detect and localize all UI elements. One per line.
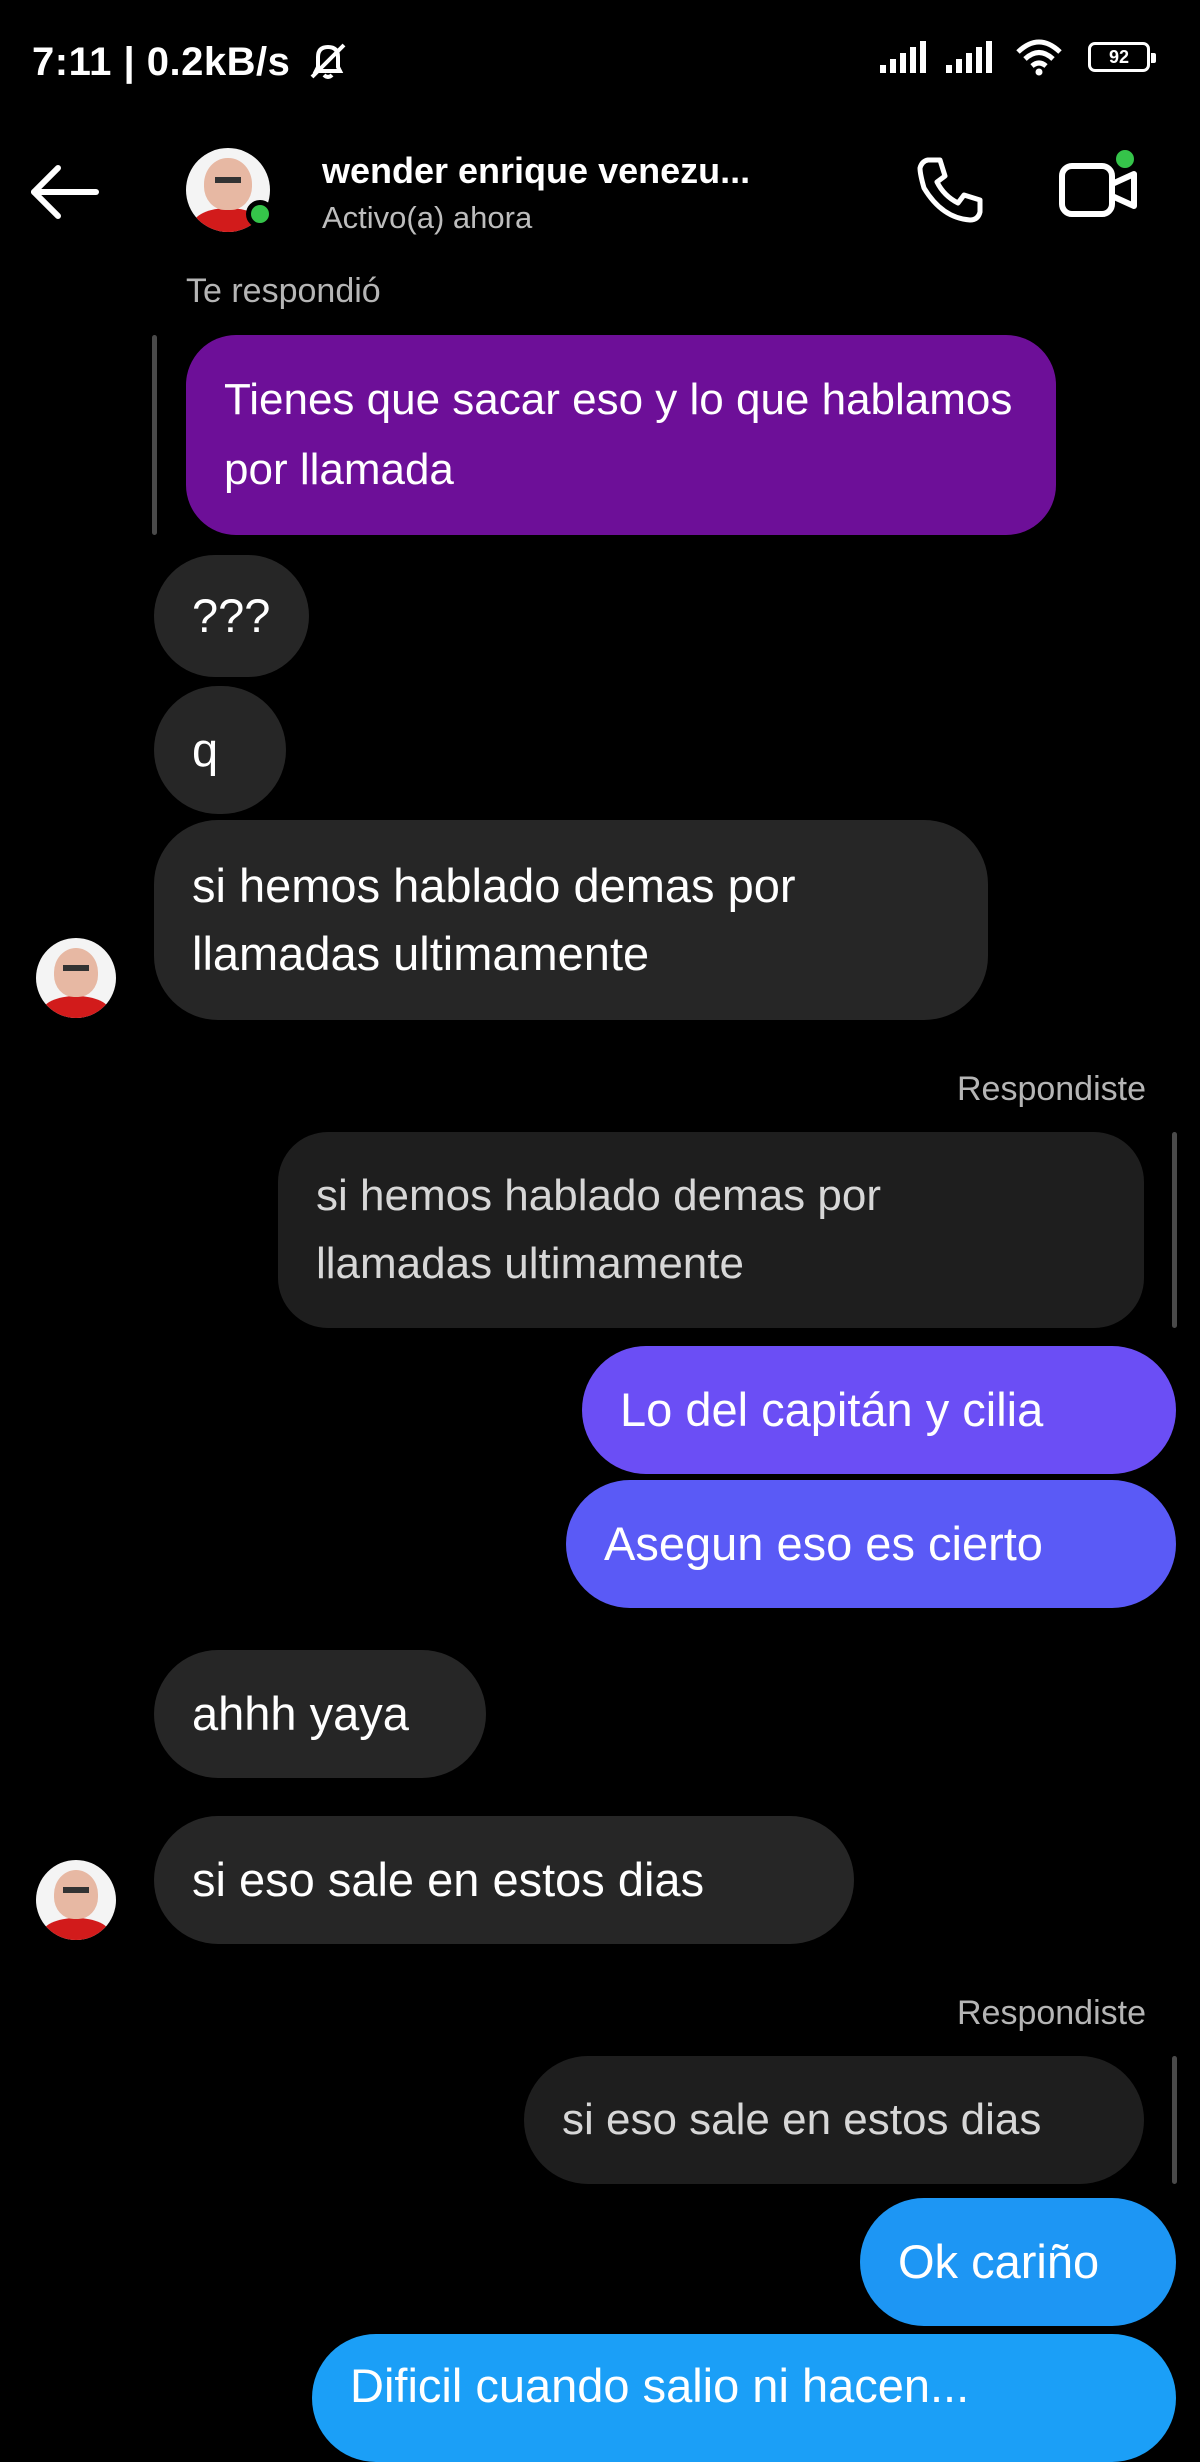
message-text: ahhh yaya [192, 1687, 409, 1740]
chat-header: wender enrique venezu... Activo(a) ahora [0, 130, 1200, 250]
quoted-message-line: si hemos hablado demas por [316, 1171, 881, 1220]
sent-message-bubble[interactable]: Dificil cuando salio ni hacen... [312, 2334, 1176, 2462]
phone-call-icon[interactable] [912, 152, 988, 228]
sender-avatar[interactable] [36, 938, 116, 1018]
back-arrow-icon[interactable] [26, 164, 102, 220]
message-bubble[interactable]: si hemos hablado demas por llamadas ulti… [154, 820, 988, 1020]
contact-status: Activo(a) ahora [322, 200, 533, 235]
message-text: Ok cariño [898, 2235, 1100, 2288]
mute-bell-icon [310, 43, 346, 79]
reply-note: Te respondió [186, 272, 381, 310]
reply-note: Respondiste [956, 1994, 1146, 2032]
status-time-text: 7:11 | 0.2kB/s [32, 40, 291, 84]
wifi-icon [1016, 39, 1062, 76]
contact-name[interactable]: wender enrique venezu... [322, 150, 750, 192]
message-text-line: si hemos hablado demas por [192, 859, 796, 912]
signal-icon [946, 41, 992, 73]
reply-indicator-line [1172, 1132, 1177, 1328]
reply-indicator-line [152, 335, 157, 535]
message-text: si eso sale en estos dias [192, 1853, 705, 1906]
quoted-message[interactable]: si hemos hablado demas por llamadas ulti… [278, 1132, 1144, 1328]
reply-note: Respondiste [956, 1070, 1146, 1108]
message-text: ??? [192, 589, 271, 642]
video-active-indicator [1112, 146, 1138, 172]
quoted-message-text: si eso sale en estos dias [562, 2095, 1042, 2144]
quoted-message[interactable]: si eso sale en estos dias [524, 2056, 1144, 2184]
quoted-message-line: llamadas ultimamente [316, 1239, 744, 1288]
message-bubble[interactable]: si eso sale en estos dias [154, 1816, 854, 1944]
status-icons: 92 [880, 38, 1156, 76]
sent-message-bubble[interactable]: Lo del capitán y cilia [582, 1346, 1176, 1474]
sent-message-bubble[interactable]: Asegun eso es cierto [566, 1480, 1176, 1608]
status-time-speed: 7:11 | 0.2kB/s [32, 40, 352, 85]
online-indicator [246, 200, 274, 228]
signal-icon [880, 41, 926, 73]
message-text: Dificil cuando salio ni hacen... [350, 2359, 970, 2412]
message-text: Lo del capitán y cilia [620, 1383, 1044, 1436]
message-bubble[interactable]: ??? [154, 555, 309, 677]
battery-level: 92 [1108, 46, 1130, 67]
message-text: q [192, 723, 219, 776]
quoted-message[interactable]: Tienes que sacar eso y lo que hablamos p… [186, 335, 1056, 535]
message-text: Asegun eso es cierto [604, 1517, 1043, 1570]
message-bubble[interactable]: ahhh yaya [154, 1650, 486, 1778]
sent-message-bubble[interactable]: Ok cariño [860, 2198, 1176, 2326]
sender-avatar[interactable] [36, 1860, 116, 1940]
message-text-line: llamadas ultimamente [192, 927, 650, 980]
message-bubble[interactable]: q [154, 686, 286, 814]
reply-indicator-line [1172, 2056, 1177, 2184]
battery-icon: 92 [1088, 42, 1156, 72]
quoted-message-text: Tienes que sacar eso y lo que hablamos p… [224, 375, 1013, 494]
status-bar: 7:11 | 0.2kB/s 92 [0, 0, 1200, 120]
